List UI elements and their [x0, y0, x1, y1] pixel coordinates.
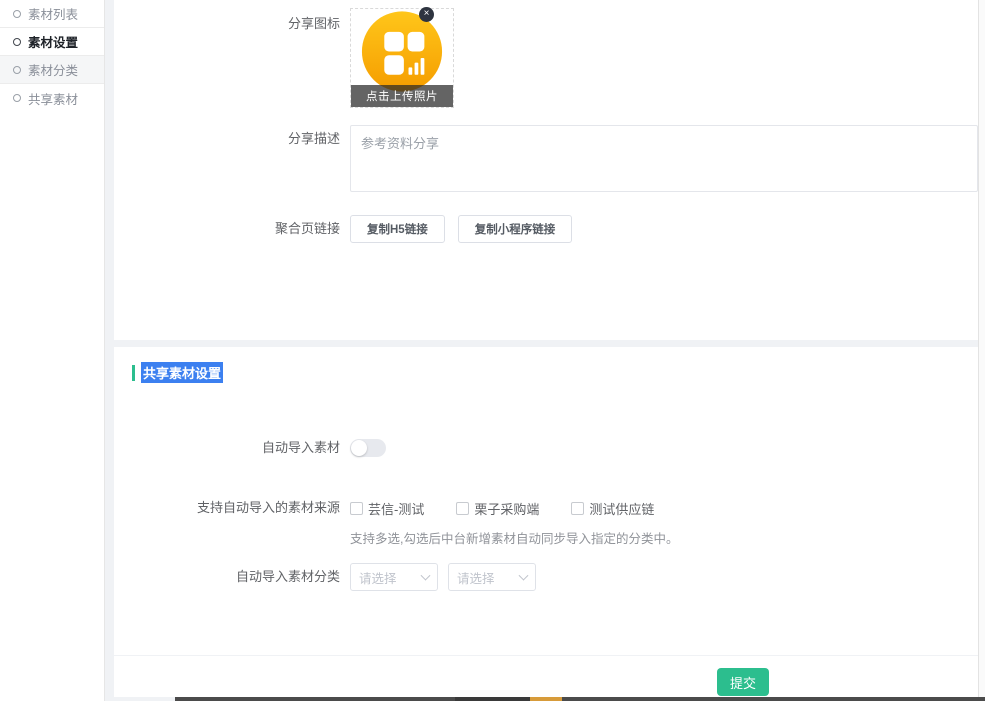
section-title: 共享素材设置	[141, 362, 223, 383]
toggle-knob-icon	[351, 440, 367, 456]
checkbox-icon	[350, 502, 363, 515]
upload-overlay-label: 点击上传照片	[351, 85, 453, 107]
section-accent-bar	[132, 365, 135, 381]
chevron-down-icon	[421, 571, 431, 581]
checkbox-icon	[456, 502, 469, 515]
multi-select-hint: 支持多选,勾选后中台新增素材自动同步导入指定的分类中。	[350, 530, 978, 548]
select-placeholder: 请选择	[359, 568, 397, 587]
submit-button[interactable]: 提交	[717, 668, 769, 696]
aggregate-link-label: 聚合页链接	[114, 215, 350, 243]
sidebar-item-label: 素材列表	[28, 4, 78, 23]
close-icon[interactable]: ×	[419, 7, 434, 22]
source-checkbox-yunxin-test[interactable]: 芸信-测试	[350, 499, 424, 518]
category-select-primary[interactable]: 请选择	[350, 563, 438, 591]
sidebar-item-label: 共享素材	[28, 89, 78, 108]
auto-import-category-label: 自动导入素材分类	[114, 563, 350, 591]
sidebar-item-material-settings[interactable]: 素材设置	[0, 28, 104, 56]
share-settings-card: 分享图标 ×	[114, 0, 978, 340]
copy-h5-link-button[interactable]: 复制H5链接	[350, 215, 445, 243]
checkbox-label: 芸信-测试	[368, 499, 424, 518]
bottom-edge-bar	[175, 697, 985, 701]
source-checkbox-test-supply-chain[interactable]: 测试供应链	[571, 499, 654, 518]
checkbox-label: 栗子采购端	[474, 499, 539, 518]
vertical-scrollbar[interactable]	[978, 0, 985, 701]
checkbox-icon	[571, 502, 584, 515]
category-select-secondary[interactable]: 请选择	[448, 563, 536, 591]
bottom-edge-segment-dark	[455, 697, 530, 701]
radio-circle-icon	[13, 38, 21, 46]
checkbox-label: 测试供应链	[589, 499, 654, 518]
shared-material-settings-card: 共享素材设置 自动导入素材 支持自动导入的素材来源 芸信-测试	[114, 347, 978, 655]
share-desc-textarea[interactable]: 参考资料分享	[350, 125, 978, 192]
share-icon-label: 分享图标	[114, 8, 350, 34]
uploaded-app-icon	[361, 11, 443, 96]
radio-circle-icon	[13, 10, 21, 18]
sidebar-item-shared-material[interactable]: 共享素材	[0, 84, 104, 112]
radio-circle-icon	[13, 66, 21, 74]
sidebar-item-label: 素材分类	[28, 60, 78, 79]
bottom-edge-segment-orange	[530, 697, 562, 701]
sidebar-item-label: 素材设置	[28, 32, 78, 51]
auto-import-toggle[interactable]	[350, 439, 386, 457]
source-checkbox-lizi-procurement[interactable]: 栗子采购端	[456, 499, 539, 518]
footer-bar: 提交	[114, 656, 978, 697]
sidebar-item-material-category[interactable]: 素材分类	[0, 56, 104, 84]
chevron-down-icon	[519, 571, 529, 581]
share-desc-label: 分享描述	[114, 125, 350, 153]
auto-import-label: 自动导入素材	[114, 434, 350, 462]
select-placeholder: 请选择	[457, 568, 495, 587]
sidebar: 素材列表 素材设置 素材分类 共享素材	[0, 0, 105, 701]
section-title-row: 共享素材设置	[114, 347, 978, 383]
share-icon-upload-box[interactable]: ×	[350, 8, 454, 108]
copy-miniprogram-link-button[interactable]: 复制小程序链接	[458, 215, 573, 243]
radio-circle-icon	[13, 94, 21, 102]
sidebar-item-material-list[interactable]: 素材列表	[0, 0, 104, 28]
import-source-label: 支持自动导入的素材来源	[114, 494, 350, 522]
